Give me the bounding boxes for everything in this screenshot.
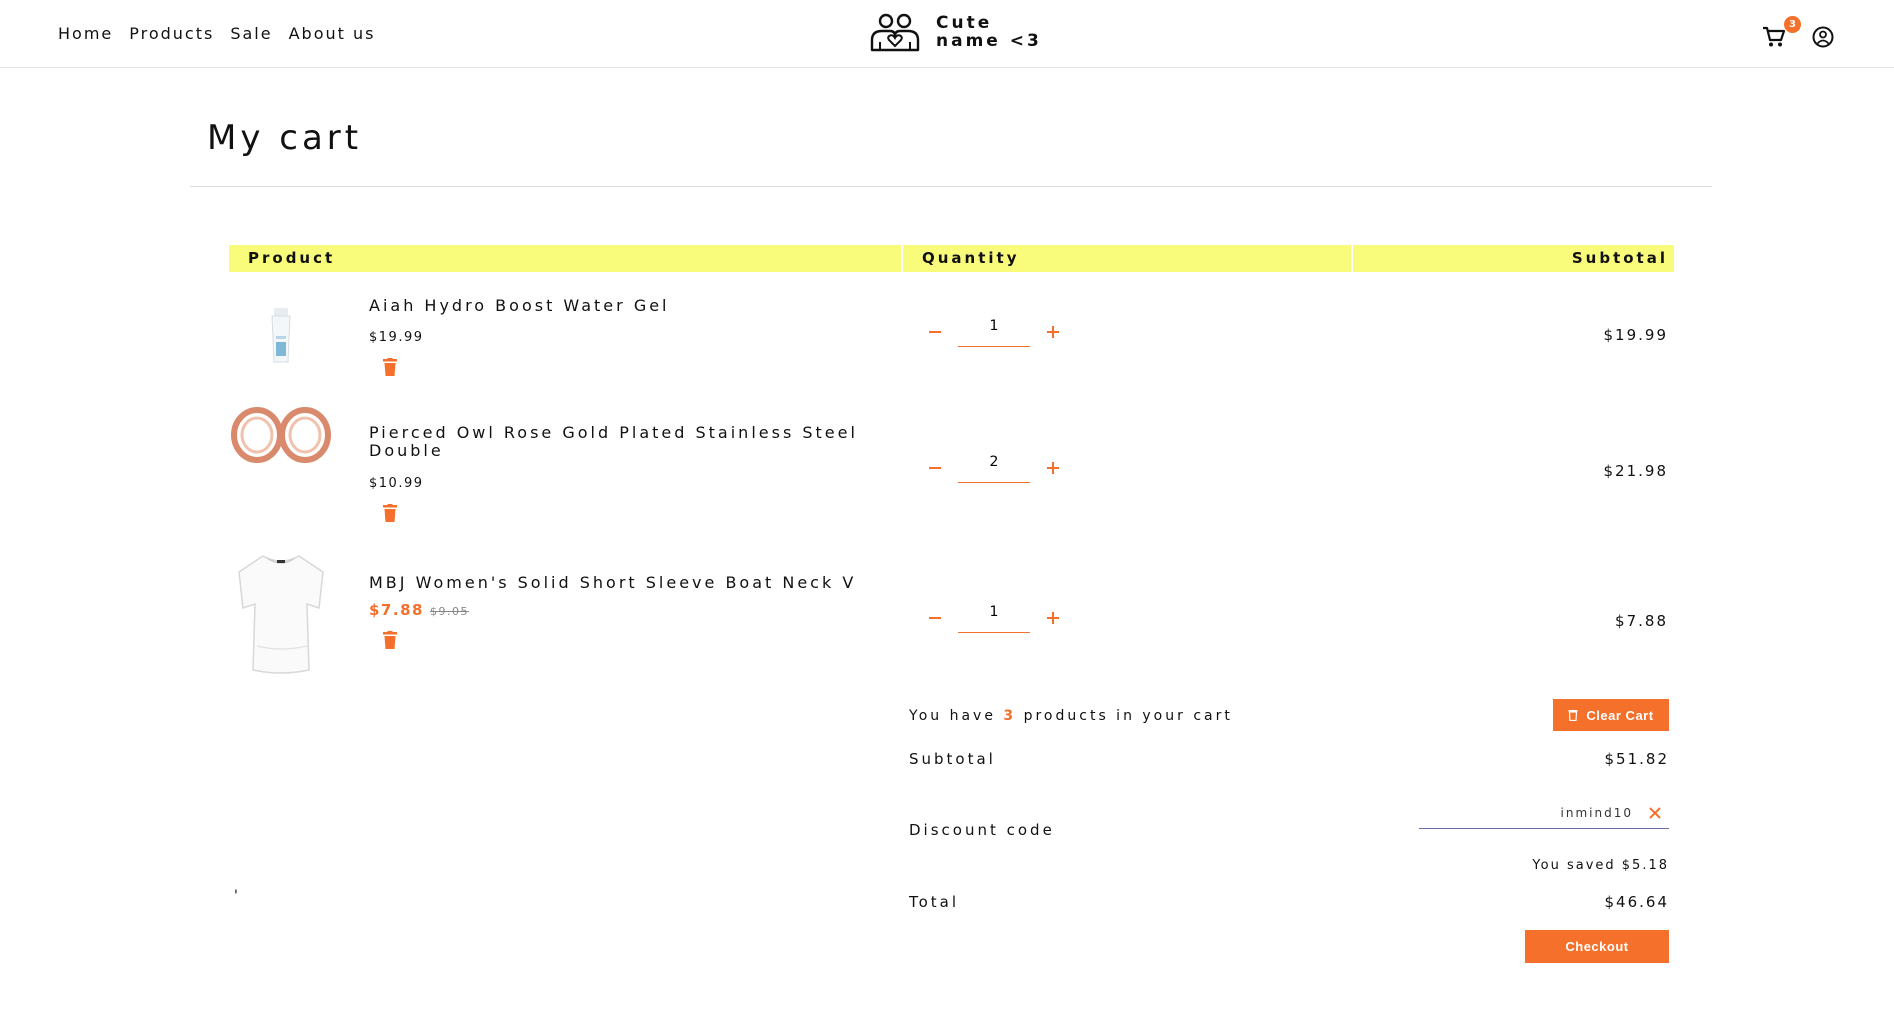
brand-line-2: name <3 bbox=[936, 31, 1042, 51]
cart-count-text: You have 3 products in your cart bbox=[909, 708, 1233, 724]
clear-discount-button[interactable] bbox=[1641, 799, 1669, 827]
total-value: $46.64 bbox=[1604, 893, 1669, 911]
cart-row: MBJ Women's Solid Short Sleeve Boat Neck… bbox=[229, 550, 1674, 680]
product-price: $19.99 bbox=[369, 330, 424, 345]
rings-icon bbox=[231, 407, 331, 463]
plus-icon bbox=[1047, 611, 1059, 624]
sale-price: $7.88 bbox=[369, 601, 424, 619]
stray-mark: ' bbox=[234, 888, 240, 904]
count-suffix: products in your cart bbox=[1023, 708, 1233, 724]
trash-icon[interactable] bbox=[383, 631, 397, 649]
quantity-stepper bbox=[923, 316, 1065, 347]
count-prefix: You have bbox=[909, 708, 996, 724]
brand-line-1: Cute bbox=[936, 13, 993, 33]
main-nav: Home Products Sale About us bbox=[58, 24, 375, 43]
row-subtotal: $7.88 bbox=[1615, 612, 1668, 630]
quantity-input[interactable] bbox=[958, 602, 1030, 633]
header-subtotal: Subtotal bbox=[1571, 249, 1668, 267]
white-tshirt-image[interactable] bbox=[229, 552, 333, 676]
trash-icon[interactable] bbox=[383, 358, 397, 376]
discount-field bbox=[1419, 797, 1669, 829]
minus-icon bbox=[929, 616, 941, 619]
checkout-button[interactable]: Checkout bbox=[1525, 930, 1669, 963]
subtotal-label: Subtotal bbox=[909, 750, 996, 768]
cart-button[interactable]: 3 bbox=[1762, 16, 1801, 48]
cart-table-header: Product Quantity Subtotal bbox=[229, 245, 1674, 272]
quantity-input[interactable] bbox=[958, 316, 1030, 347]
rose-gold-rings-image[interactable] bbox=[229, 405, 333, 465]
increase-quantity-button[interactable] bbox=[1041, 320, 1065, 344]
header-quantity: Quantity bbox=[903, 245, 1353, 272]
subtotal-value: $51.82 bbox=[1604, 750, 1669, 768]
decrease-quantity-button[interactable] bbox=[923, 456, 947, 480]
close-icon bbox=[1649, 806, 1661, 819]
nav-sale-link[interactable]: Sale bbox=[230, 24, 272, 43]
nav-home-link[interactable]: Home bbox=[58, 24, 113, 43]
decrease-quantity-button[interactable] bbox=[923, 606, 947, 630]
trash-outline-icon bbox=[1568, 710, 1578, 721]
site-header: Home Products Sale About us Cute name <3… bbox=[0, 0, 1894, 68]
clear-cart-button[interactable]: Clear Cart bbox=[1553, 699, 1669, 731]
decrease-quantity-button[interactable] bbox=[923, 320, 947, 344]
header-product: Product bbox=[229, 245, 903, 272]
quantity-stepper bbox=[923, 602, 1065, 633]
gel-tube-icon bbox=[271, 308, 291, 363]
page-title: My cart bbox=[207, 118, 363, 158]
nav-about-link[interactable]: About us bbox=[289, 24, 376, 43]
product-price: $7.88 $9.05 bbox=[369, 601, 469, 619]
count-value: 3 bbox=[1003, 708, 1017, 724]
row-subtotal: $19.99 bbox=[1603, 326, 1668, 344]
nav-products-link[interactable]: Products bbox=[129, 24, 214, 43]
total-label: Total bbox=[909, 893, 960, 911]
plus-icon bbox=[1047, 461, 1059, 474]
discount-code-input[interactable] bbox=[1453, 805, 1633, 820]
brand-logo[interactable]: Cute name <3 bbox=[868, 12, 1042, 52]
discount-saved-text: You saved $5.18 bbox=[1532, 858, 1669, 873]
cart-icon bbox=[1763, 26, 1786, 47]
discount-label: Discount code bbox=[909, 821, 1055, 839]
gel-tube-image[interactable] bbox=[229, 305, 333, 367]
minus-icon bbox=[929, 330, 941, 333]
header-actions: 3 bbox=[1762, 16, 1834, 48]
product-name[interactable]: Pierced Owl Rose Gold Plated Stainless S… bbox=[369, 424, 909, 460]
increase-quantity-button[interactable] bbox=[1041, 606, 1065, 630]
cart-count-badge: 3 bbox=[1784, 16, 1801, 33]
cart-row: Aiah Hydro Boost Water Gel $19.99 $19.99 bbox=[229, 290, 1674, 390]
couple-icon bbox=[870, 13, 920, 52]
trash-icon[interactable] bbox=[383, 504, 397, 522]
title-divider bbox=[190, 186, 1712, 187]
plus-icon bbox=[1047, 325, 1059, 338]
product-price: $10.99 bbox=[369, 476, 424, 491]
original-price: $9.05 bbox=[429, 605, 469, 618]
increase-quantity-button[interactable] bbox=[1041, 456, 1065, 480]
clear-cart-label: Clear Cart bbox=[1586, 707, 1654, 723]
quantity-stepper bbox=[923, 452, 1065, 483]
tshirt-icon bbox=[238, 555, 324, 674]
cart-row: Pierced Owl Rose Gold Plated Stainless S… bbox=[229, 400, 1674, 530]
user-circle-icon[interactable] bbox=[1812, 26, 1834, 48]
row-subtotal: $21.98 bbox=[1603, 462, 1668, 480]
product-name[interactable]: MBJ Women's Solid Short Sleeve Boat Neck… bbox=[369, 574, 909, 592]
quantity-input[interactable] bbox=[958, 452, 1030, 483]
product-name[interactable]: Aiah Hydro Boost Water Gel bbox=[369, 297, 909, 315]
minus-icon bbox=[929, 466, 941, 469]
brand-name: Cute name <3 bbox=[936, 14, 1042, 50]
